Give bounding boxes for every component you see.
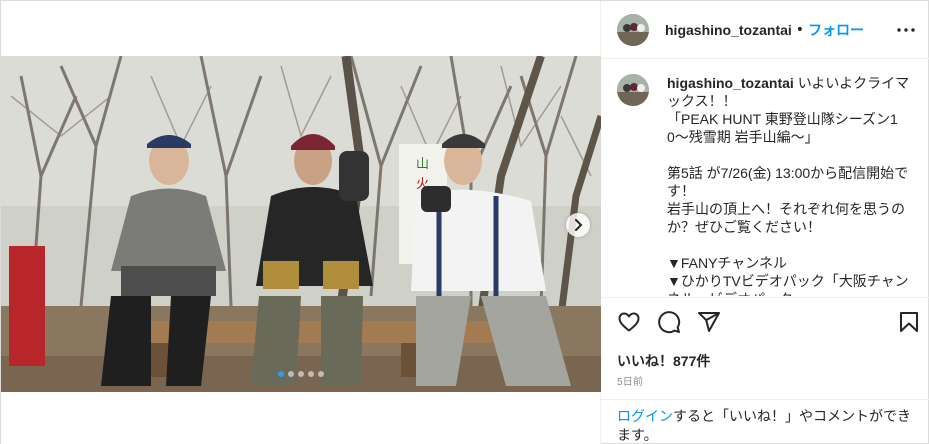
username-link[interactable]: higashino_tozantai [665, 22, 792, 38]
like-button[interactable] [617, 310, 641, 334]
instagram-post: 山 火 higashino_tozantai • フォロー higashino_… [0, 0, 929, 444]
follow-button[interactable]: フォロー [808, 20, 864, 40]
likes-count[interactable]: いいね！877件 [617, 351, 710, 371]
carousel-dot [318, 371, 324, 377]
carousel-dot [288, 371, 294, 377]
avatar[interactable] [617, 13, 649, 46]
heart-icon [618, 312, 640, 332]
bookmark-icon [900, 312, 918, 332]
login-prompt: ログインすると「いいね！」やコメントができます。 [601, 399, 929, 444]
post-details: higashino_tozantai • フォロー higashino_toza… [601, 1, 929, 444]
avatar[interactable] [617, 74, 649, 106]
photo-scene: 山 火 [1, 56, 601, 392]
post-timestamp[interactable]: 5日前 [617, 373, 643, 388]
share-icon [698, 312, 720, 332]
more-options-button[interactable] [894, 18, 918, 42]
carousel-dot [308, 371, 314, 377]
caption-row: higashino_tozantai いよいよクライマックス！！ 「PEAK H… [617, 74, 914, 296]
carousel-dot [298, 371, 304, 377]
chevron-right-icon [575, 219, 583, 231]
caption-scroll-area[interactable]: higashino_tozantai いよいよクライマックス！！ 「PEAK H… [601, 60, 929, 296]
separator-dot: • [795, 21, 805, 38]
caption: higashino_tozantai いよいよクライマックス！！ 「PEAK H… [667, 74, 912, 296]
carousel-dot [278, 371, 284, 377]
carousel-next-button[interactable] [566, 213, 590, 237]
caption-body: いよいよクライマックス！！ 「PEAK HUNT 東野登山隊シーズン10〜残雪期… [667, 75, 910, 296]
caption-username[interactable]: higashino_tozantai [667, 75, 794, 91]
comment-button[interactable] [657, 310, 681, 334]
action-bar [601, 297, 929, 349]
share-button[interactable] [697, 310, 721, 334]
post-header: higashino_tozantai • フォロー [601, 1, 929, 59]
comment-icon [658, 311, 681, 334]
carousel-indicator [1, 371, 601, 377]
sign-text: 山 [416, 157, 429, 172]
login-link[interactable]: ログイン [617, 408, 673, 424]
save-button[interactable] [897, 310, 921, 334]
media-pane: 山 火 [1, 1, 601, 444]
more-horizontal-icon [897, 28, 915, 32]
post-photo[interactable]: 山 火 [1, 56, 601, 392]
